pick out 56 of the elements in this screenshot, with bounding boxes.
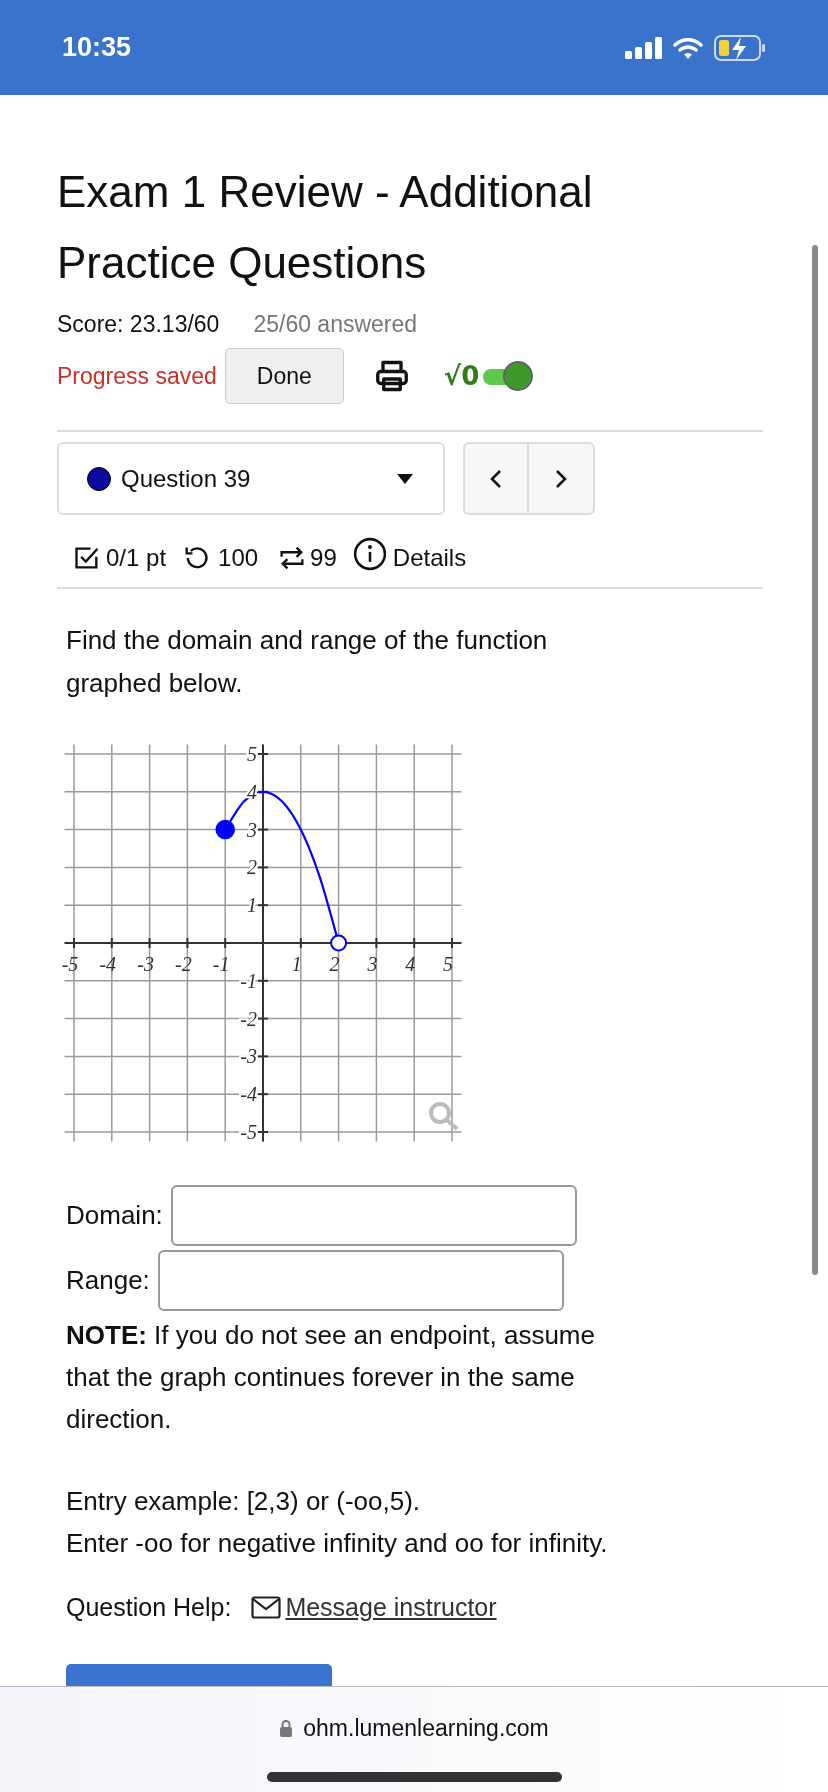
message-instructor-link[interactable]: Message instructor (251, 1589, 497, 1627)
dropdown-caret-icon (397, 472, 413, 485)
url-text[interactable]: ohm.lumenlearning.com (303, 1711, 549, 1746)
y-tick-label: 3 (247, 818, 257, 841)
envelope-icon (251, 1596, 282, 1620)
math-toggle-label: √0 (443, 359, 480, 393)
math-toggle[interactable] (481, 360, 534, 392)
info-icon (352, 537, 387, 571)
y-tick-label: 1 (247, 894, 257, 917)
answer-label: Domain: (66, 1199, 163, 1232)
points-text: 0/1 pt (106, 543, 167, 573)
note-text: NOTE: If you do not see an endpoint, assume that the graph continues forever in the same direction. (66, 1319, 596, 1436)
attempts-count: 100 (218, 543, 259, 573)
x-tick-label: 2 (329, 953, 340, 975)
regenerations-count: 99 (310, 543, 337, 573)
chevron-right-icon (554, 468, 568, 489)
status-time: 10:35 (62, 31, 133, 65)
question-text: Find the domain and range of the function graphed below. (66, 624, 549, 700)
x-tick-label: 5 (443, 953, 453, 975)
y-tick-label: -3 (240, 1045, 257, 1068)
x-tick-label: -3 (137, 953, 154, 975)
y-tick-label: -1 (240, 969, 257, 992)
y-tick-label: -2 (240, 1007, 257, 1030)
y-tick-label: -5 (240, 1121, 257, 1143)
y-tick-label: 2 (247, 856, 257, 879)
y-tick-label: -4 (240, 1083, 257, 1106)
y-tick-label: 5 (247, 743, 257, 765)
entry-example-text: Entry example: [2,3) or (-oo,5). (66, 1485, 422, 1518)
x-tick-label: -5 (61, 953, 79, 975)
x-tick-label: 1 (291, 953, 302, 975)
answer-field[interactable] (157, 1250, 564, 1311)
x-tick-label: 4 (405, 953, 416, 975)
home-indicator[interactable] (266, 1771, 562, 1782)
x-tick-label: -4 (99, 953, 117, 975)
chevron-left-icon (489, 468, 503, 489)
answer-field[interactable] (170, 1185, 577, 1246)
x-tick-label: -1 (212, 953, 230, 975)
signal-icon (625, 36, 662, 59)
lock-icon (279, 1719, 294, 1738)
score-text: Score: 23.13/60 (57, 310, 220, 339)
x-tick-label: 3 (367, 953, 378, 975)
scrollbar[interactable] (812, 245, 818, 1275)
help-label: Question Help: (66, 1592, 232, 1624)
save-status: Progress saved (57, 361, 217, 391)
entry-hint-text: Enter -oo for negative infinity and oo for infinity. (66, 1527, 609, 1560)
print-icon[interactable] (373, 358, 410, 394)
page-title: Exam 1 Review - Additional Practice Questions (57, 166, 594, 289)
battery-charging-icon (714, 34, 766, 61)
x-tick-label: -2 (175, 953, 192, 975)
details-link[interactable]: Details (392, 540, 467, 576)
question-select[interactable]: Question 39 (57, 442, 445, 515)
wifi-icon (672, 35, 704, 60)
zoom-icon[interactable] (429, 1102, 459, 1131)
answered-count: 25/60 answered (253, 310, 418, 339)
answer-label: Range: (66, 1264, 150, 1297)
done-button[interactable]: Done (224, 348, 344, 404)
